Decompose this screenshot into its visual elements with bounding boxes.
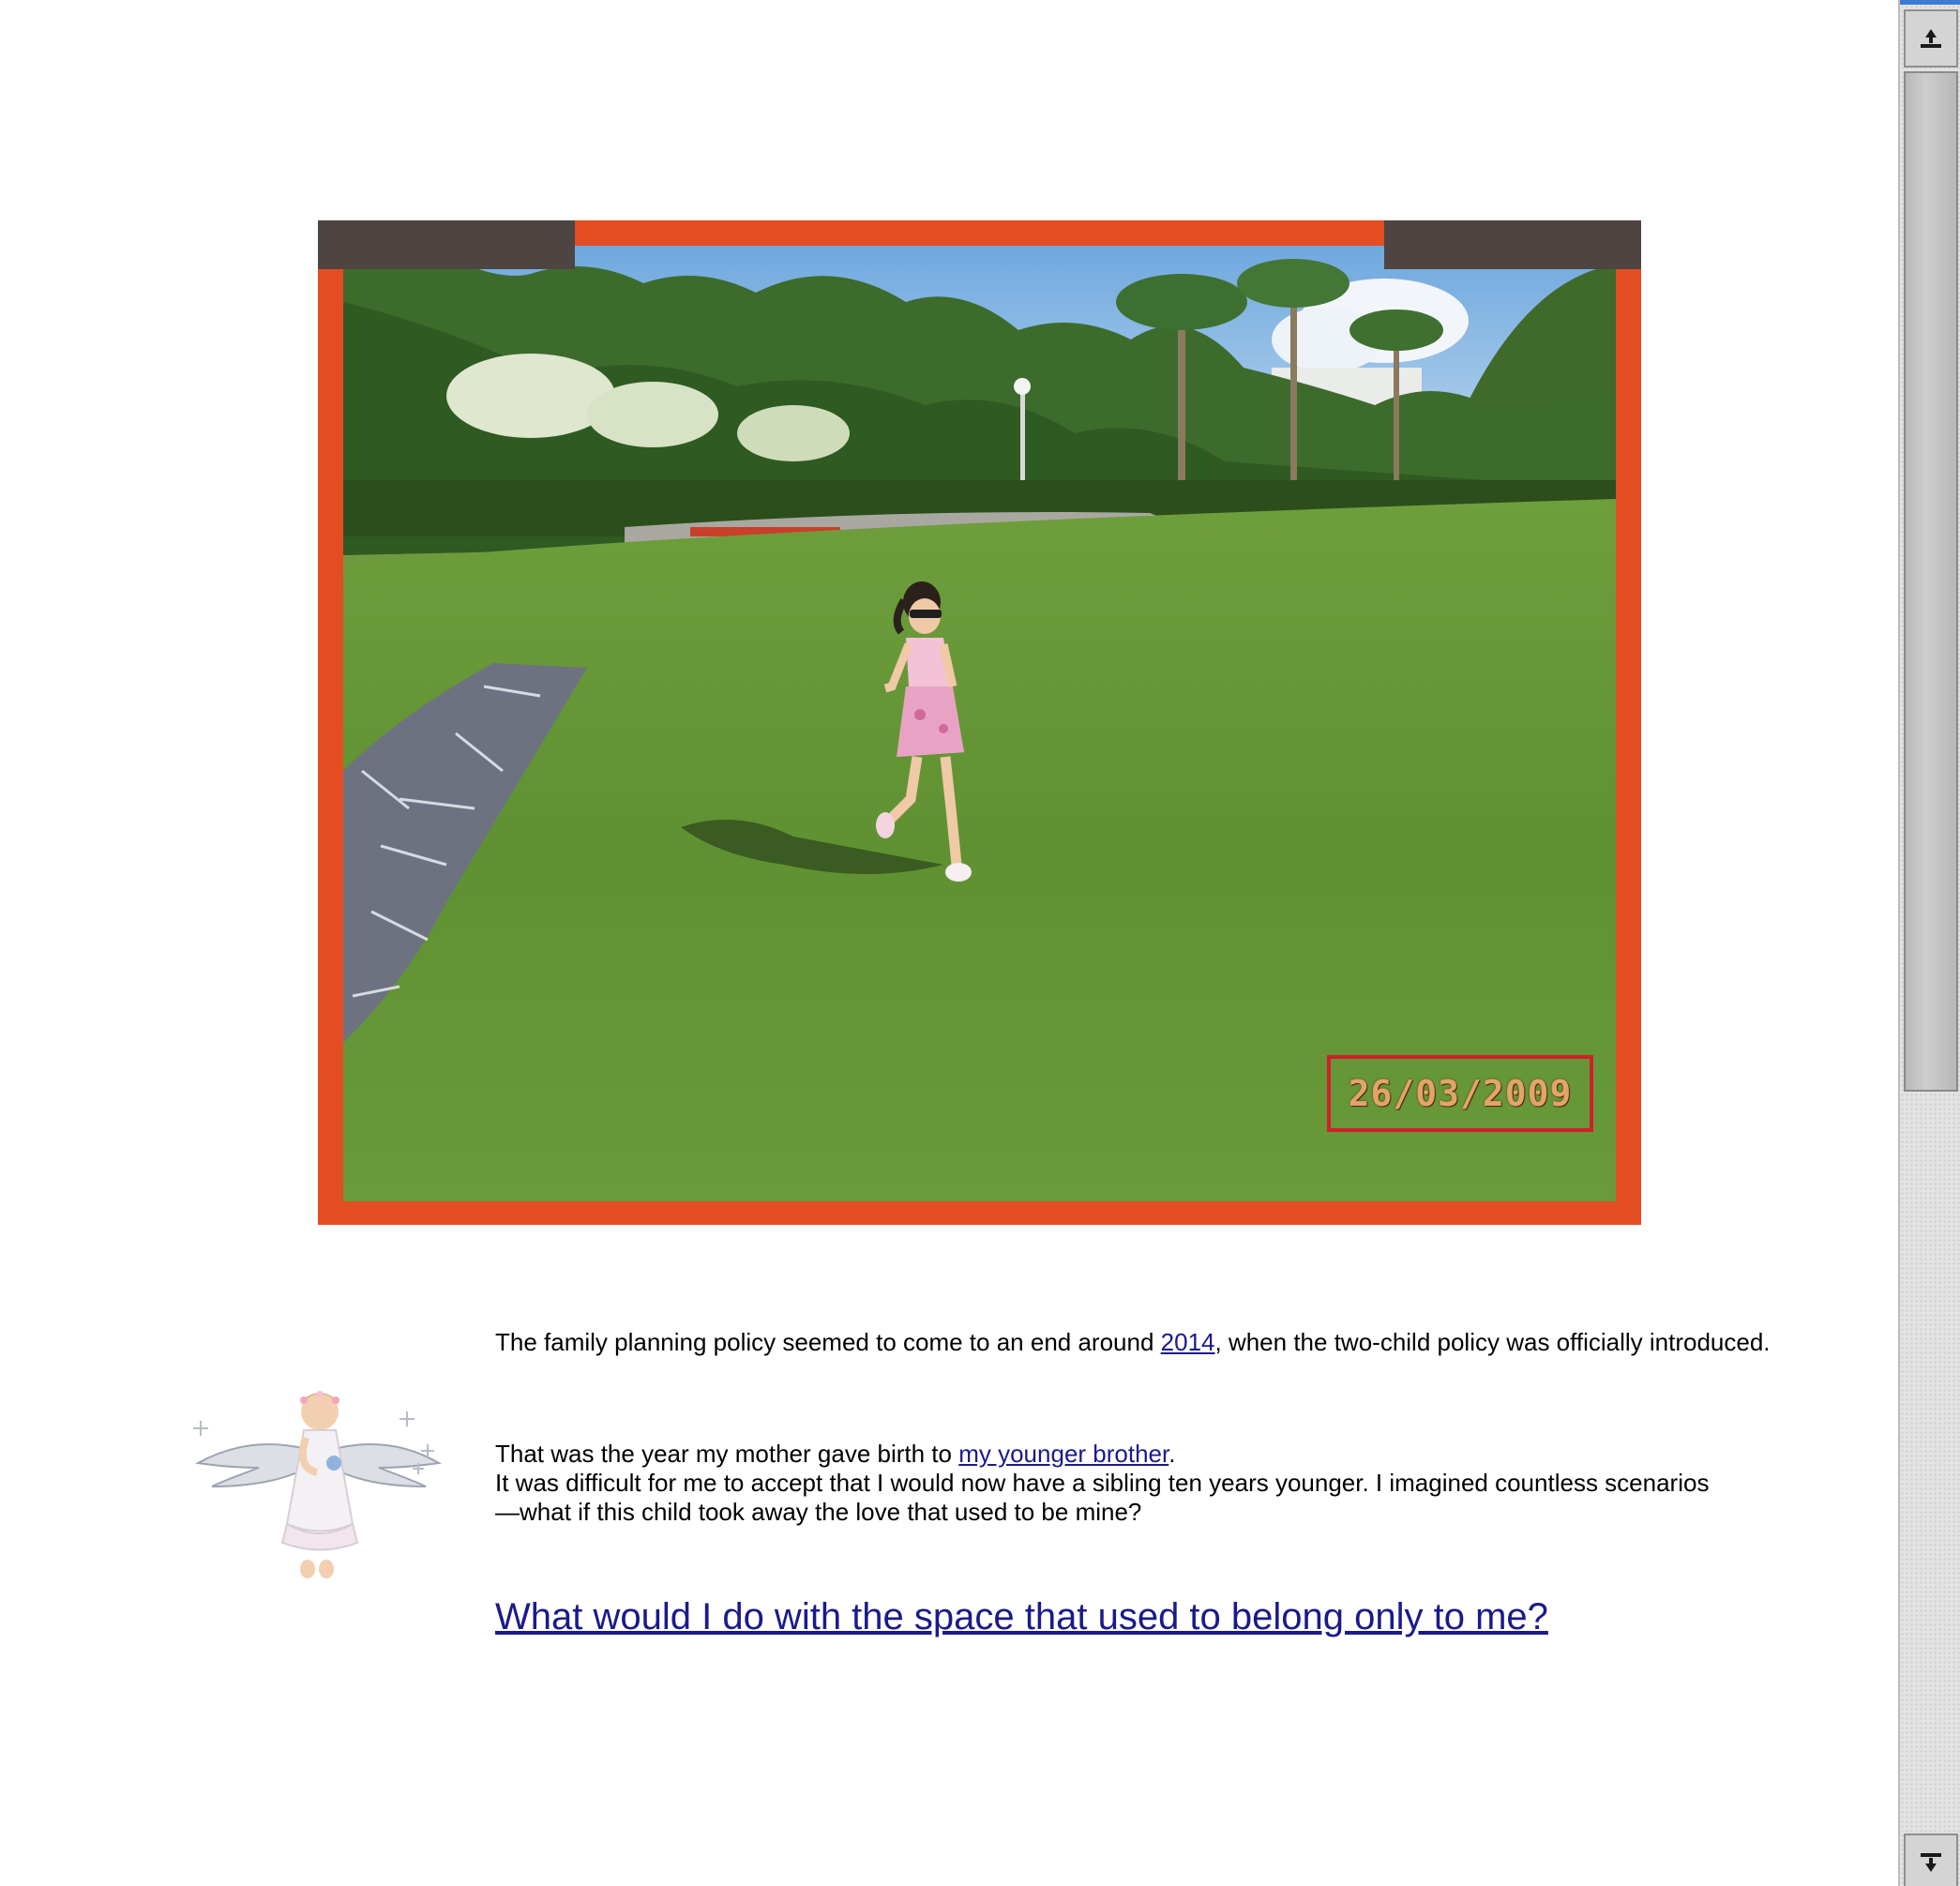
frame-tab-left: [318, 220, 575, 269]
angel-icon: [193, 1383, 443, 1586]
para1-text-after: , when the two-child policy was official…: [1214, 1328, 1771, 1356]
arrow-down-icon: [1921, 1853, 1941, 1872]
scroll-down-button[interactable]: [1904, 1833, 1958, 1886]
question-link[interactable]: What would I do with the space that used…: [495, 1594, 1548, 1639]
frame-tab-right: [1384, 220, 1641, 269]
para2-text-after: .: [1168, 1440, 1176, 1468]
photo-date-stamp: 26/03/2009: [1327, 1055, 1593, 1132]
scroll-up-button[interactable]: [1904, 9, 1958, 68]
photo-frame: 26/03/2009: [318, 220, 1641, 1225]
page: 26/03/2009 The family planning policy se…: [0, 0, 1960, 1886]
scrollbar-top-accent: [1900, 0, 1960, 5]
arrow-up-icon: [1921, 29, 1941, 48]
para2-line-3: —what if this child took away the love t…: [495, 1498, 1142, 1526]
story-paragraph-2: That was the year my mother gave birth t…: [495, 1440, 1827, 1527]
year-2014-link[interactable]: 2014: [1161, 1328, 1215, 1356]
younger-brother-link[interactable]: my younger brother: [958, 1440, 1168, 1468]
story-paragraph-1: The family planning policy seemed to com…: [495, 1328, 1827, 1357]
vertical-scrollbar[interactable]: [1898, 0, 1960, 1886]
para2-line-2: It was difficult for me to accept that I…: [495, 1469, 1710, 1497]
para2-line-1: That was the year my mother gave birth t…: [495, 1440, 1827, 1469]
park-photo: 26/03/2009: [343, 246, 1616, 1201]
para1-text-before: The family planning policy seemed to com…: [495, 1328, 1161, 1356]
para2-text-before: That was the year my mother gave birth t…: [495, 1440, 959, 1468]
scrollbar-thumb[interactable]: [1904, 71, 1958, 1092]
